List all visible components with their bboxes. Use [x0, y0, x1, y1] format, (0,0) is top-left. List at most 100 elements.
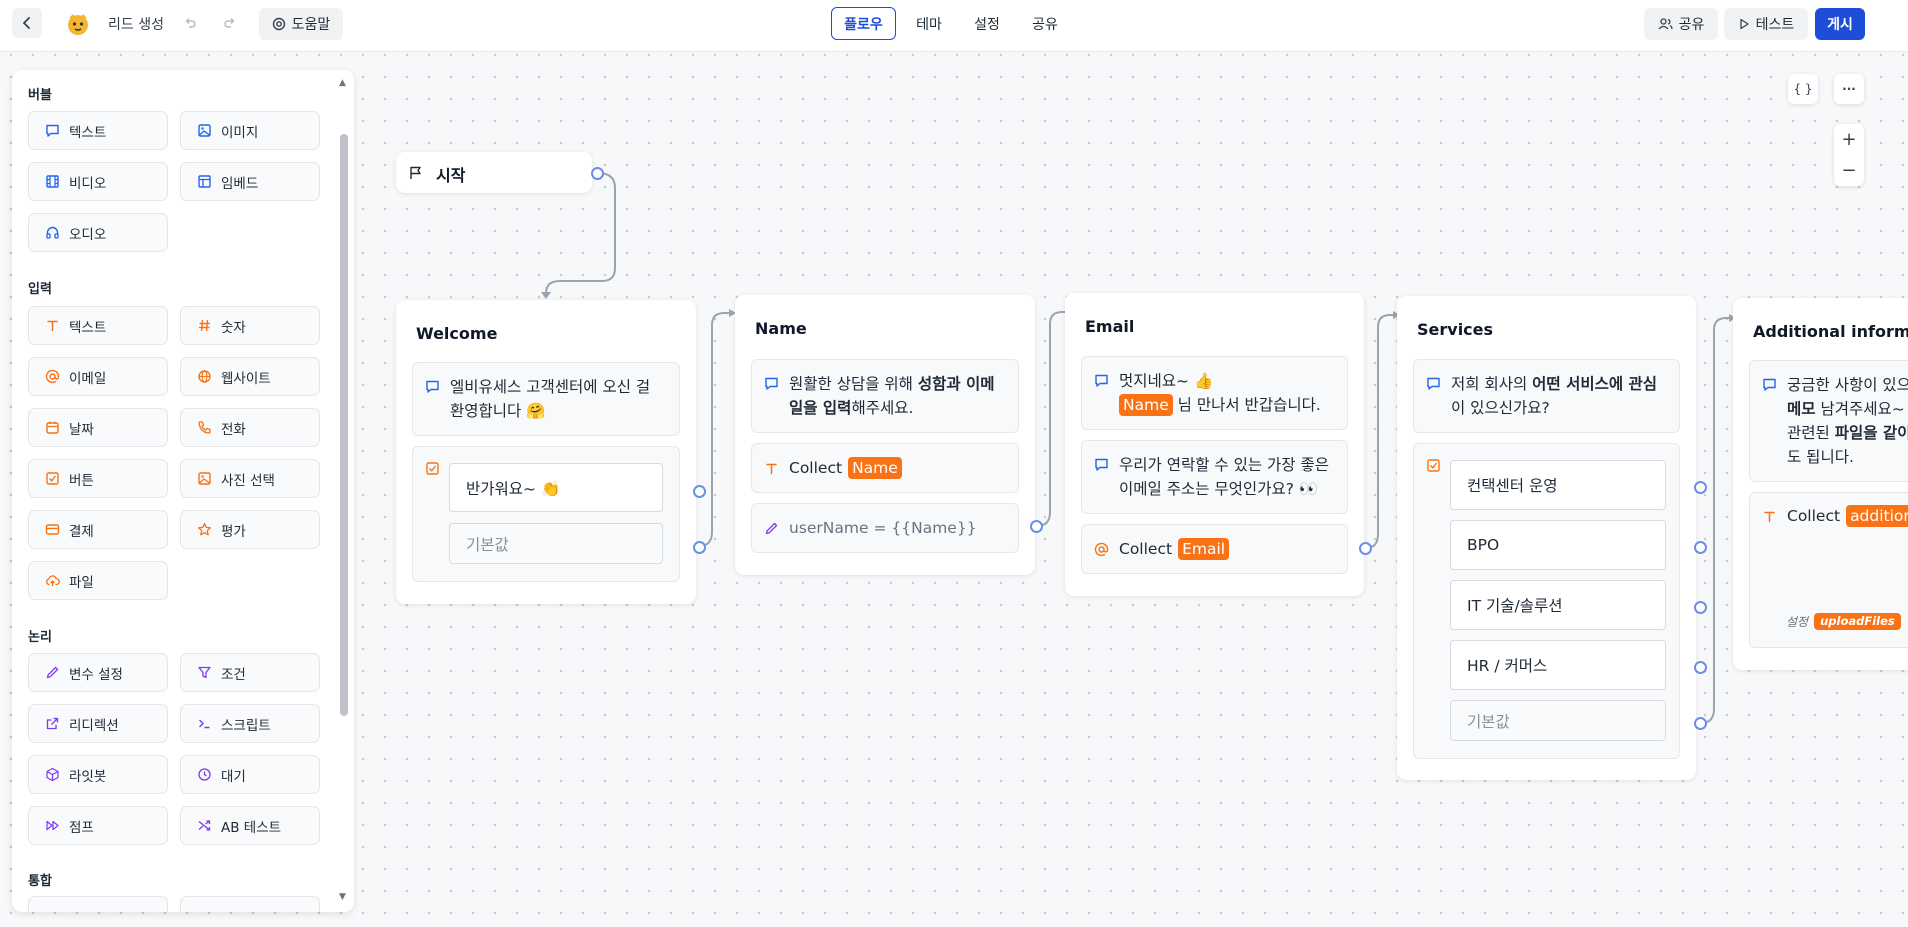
bot-logo-icon[interactable]: [64, 10, 92, 38]
block-logic-set-variable[interactable]: 변수 설정: [28, 653, 168, 692]
start-output-port[interactable]: [591, 167, 604, 180]
bubble-text: 저희 회사의 어떤 서비스에 관심 이 있으신가요?: [1451, 375, 1658, 417]
block-input-email[interactable]: 이메일: [28, 357, 168, 396]
test-button[interactable]: 테스트: [1724, 8, 1808, 40]
text-bubble-block[interactable]: 우리가 연락할 수 있는 가장 좋은 이메일 주소는 무엇인가요? 👀: [1081, 440, 1348, 514]
block-logic-redirect[interactable]: 리디렉션: [28, 704, 168, 743]
block-logic-ab-test[interactable]: AB 테스트: [180, 806, 320, 845]
buttons-input-block[interactable]: 반가워요~ 👏 기본값: [412, 446, 680, 582]
zoom-in-button[interactable]: +: [1834, 124, 1864, 155]
block-input-rating[interactable]: 평가: [180, 510, 320, 549]
block-logic-wait[interactable]: 대기: [180, 755, 320, 794]
group-title[interactable]: Additional informat: [1753, 322, 1908, 341]
star-icon: [197, 522, 212, 536]
group-node-name[interactable]: Name 원활한 상담을 위해 성함과 이메일을 입력해주세요. Collect…: [735, 295, 1035, 575]
button-choice-item[interactable]: BPO: [1450, 520, 1666, 570]
collect-label: Collect: [1119, 540, 1173, 558]
default-output-port[interactable]: [693, 541, 706, 554]
block-bubble-video[interactable]: 비디오: [28, 162, 168, 201]
publish-button[interactable]: 게시: [1815, 8, 1865, 40]
default-output-port[interactable]: [1694, 717, 1707, 730]
buttons-input-block[interactable]: 컨택센터 운영 BPO IT 기술/솔루션 HR / 커머스 기본값: [1413, 443, 1680, 759]
bubble-text-line: 메모 남겨주세요~: [1787, 400, 1905, 418]
block-input-phone[interactable]: 전화: [180, 408, 320, 447]
text-bubble-block[interactable]: 궁금한 사항이 있으 메모 남겨주세요~ 관련된 파일을 같이 도 됩니다.: [1749, 360, 1908, 482]
group-node-email[interactable]: Email 멋지네요~ 👍 Name 님 만나서 반갑습니다. 우리가 연락할 …: [1065, 293, 1364, 596]
scroll-up-arrow-icon[interactable]: ▲: [339, 78, 346, 88]
variable-chip: addition: [1846, 505, 1908, 527]
redo-button[interactable]: [216, 9, 244, 37]
block-input-payment[interactable]: 결제: [28, 510, 168, 549]
help-button[interactable]: 도움말: [259, 8, 343, 40]
choice-output-port[interactable]: [693, 485, 706, 498]
more-options-button[interactable]: ···: [1834, 74, 1864, 104]
block-bubble-image[interactable]: 이미지: [180, 111, 320, 150]
block-input-button[interactable]: 버튼: [28, 459, 168, 498]
undo-button[interactable]: [176, 9, 204, 37]
scroll-down-arrow-icon[interactable]: ▼: [339, 892, 346, 902]
group-node-services[interactable]: Services 저희 회사의 어떤 서비스에 관심 이 있으신가요? 컨택센터 …: [1397, 296, 1696, 780]
at-icon: [1094, 542, 1109, 556]
tab-settings[interactable]: 설정: [962, 7, 1012, 40]
button-choice-item[interactable]: HR / 커머스: [1450, 640, 1666, 690]
text-bubble-block[interactable]: 멋지네요~ 👍 Name 님 만나서 반갑습니다.: [1081, 356, 1348, 430]
tab-share[interactable]: 공유: [1020, 7, 1070, 40]
share-button[interactable]: 공유: [1644, 8, 1718, 40]
file-input-block[interactable]: Collect addition 설정 uploadFiles: [1749, 492, 1908, 648]
start-node[interactable]: 시작: [396, 152, 592, 193]
group-title[interactable]: Services: [1417, 320, 1493, 339]
text-input-block[interactable]: Collect Name: [751, 443, 1019, 493]
choice-output-port[interactable]: [1694, 541, 1707, 554]
group-title[interactable]: Name: [755, 319, 807, 338]
group-node-additional-information[interactable]: Additional informat 궁금한 사항이 있으 메모 남겨주세요~…: [1733, 298, 1908, 670]
zoom-out-button[interactable]: −: [1834, 155, 1864, 186]
globe-icon: [198, 370, 211, 383]
block-bubble-audio[interactable]: 오디오: [28, 213, 168, 252]
tab-theme[interactable]: 테마: [904, 7, 954, 40]
button-choice-item[interactable]: IT 기술/솔루션: [1450, 580, 1666, 630]
block-input-file[interactable]: 파일: [28, 561, 168, 600]
text-bubble-block[interactable]: 저희 회사의 어떤 서비스에 관심 이 있으신가요?: [1413, 359, 1680, 433]
bot-title[interactable]: 리드 생성: [108, 14, 164, 34]
email-input-block[interactable]: Collect Email: [1081, 524, 1348, 574]
external-link-icon: [46, 717, 59, 730]
email-output-port[interactable]: [1359, 542, 1372, 555]
back-button[interactable]: [12, 8, 42, 38]
block-input-date[interactable]: 날짜: [28, 408, 168, 447]
group-title[interactable]: Email: [1085, 317, 1134, 336]
block-label: 텍스트: [69, 319, 107, 336]
button-choice-item[interactable]: 반가워요~ 👏: [449, 463, 663, 512]
block-integration-partial[interactable]: [180, 896, 320, 912]
group-node-welcome[interactable]: Welcome 엘비유세스 고객센터에 오신 걸 환영합니다 🤗 반가워요~ 👏…: [396, 300, 696, 604]
checkbox-icon: [426, 462, 439, 475]
block-integration-partial[interactable]: [28, 896, 168, 912]
sidebar-scrollbar-thumb[interactable]: [340, 134, 348, 716]
name-output-port[interactable]: [1030, 520, 1043, 533]
text-bubble-block[interactable]: 엘비유세스 고객센터에 오신 걸 환영합니다 🤗: [412, 362, 680, 436]
block-bubble-text[interactable]: 텍스트: [28, 111, 168, 150]
block-bubble-embed[interactable]: 임베드: [180, 162, 320, 201]
shuffle-icon: [198, 820, 211, 831]
group-title[interactable]: Welcome: [416, 324, 497, 343]
button-choice-item[interactable]: 컨택센터 운영: [1450, 460, 1666, 510]
block-label: 평가: [221, 523, 246, 540]
block-logic-jump[interactable]: 점프: [28, 806, 168, 845]
default-choice-item[interactable]: 기본값: [1450, 700, 1666, 741]
block-input-number[interactable]: 숫자: [180, 306, 320, 345]
choice-output-port[interactable]: [1694, 661, 1707, 674]
default-choice-item[interactable]: 기본값: [449, 523, 663, 564]
set-variable-expression: userName = {{Name}}: [789, 519, 977, 537]
text-bubble-block[interactable]: 원활한 상담을 위해 성함과 이메일을 입력해주세요.: [751, 359, 1019, 433]
block-logic-condition[interactable]: 조건: [180, 653, 320, 692]
block-label: 임베드: [221, 175, 259, 192]
block-input-website[interactable]: 웹사이트: [180, 357, 320, 396]
block-input-text[interactable]: 텍스트: [28, 306, 168, 345]
block-logic-script[interactable]: 스크립트: [180, 704, 320, 743]
choice-output-port[interactable]: [1694, 481, 1707, 494]
set-variable-block[interactable]: userName = {{Name}}: [751, 503, 1019, 553]
choice-output-port[interactable]: [1694, 601, 1707, 614]
block-logic-typebot[interactable]: 라잇봇: [28, 755, 168, 794]
block-input-picture-choice[interactable]: 사진 선택: [180, 459, 320, 498]
tab-flow[interactable]: 플로우: [831, 7, 896, 40]
code-view-button[interactable]: { }: [1788, 74, 1818, 104]
